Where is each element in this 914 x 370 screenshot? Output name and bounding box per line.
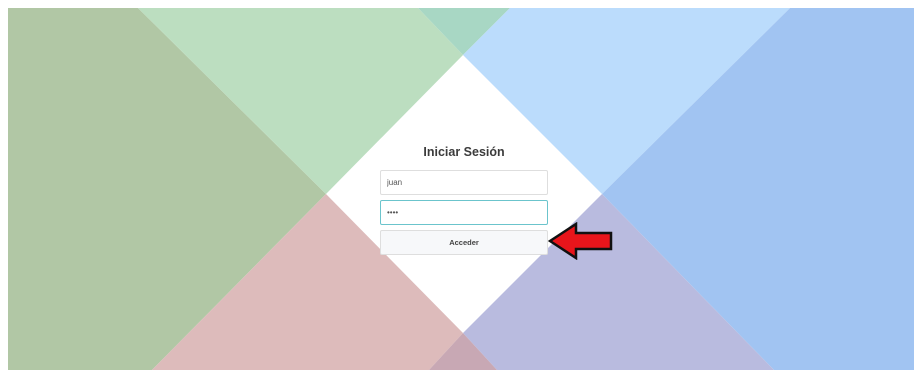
password-input[interactable]: [380, 200, 548, 225]
login-button[interactable]: Acceder: [380, 230, 548, 255]
login-title: Iniciar Sesión: [423, 145, 505, 159]
login-page: Iniciar Sesión Acceder: [8, 8, 914, 370]
red-arrow-icon: [548, 222, 613, 260]
username-input[interactable]: [380, 170, 548, 195]
login-form: Iniciar Sesión Acceder: [380, 144, 548, 255]
